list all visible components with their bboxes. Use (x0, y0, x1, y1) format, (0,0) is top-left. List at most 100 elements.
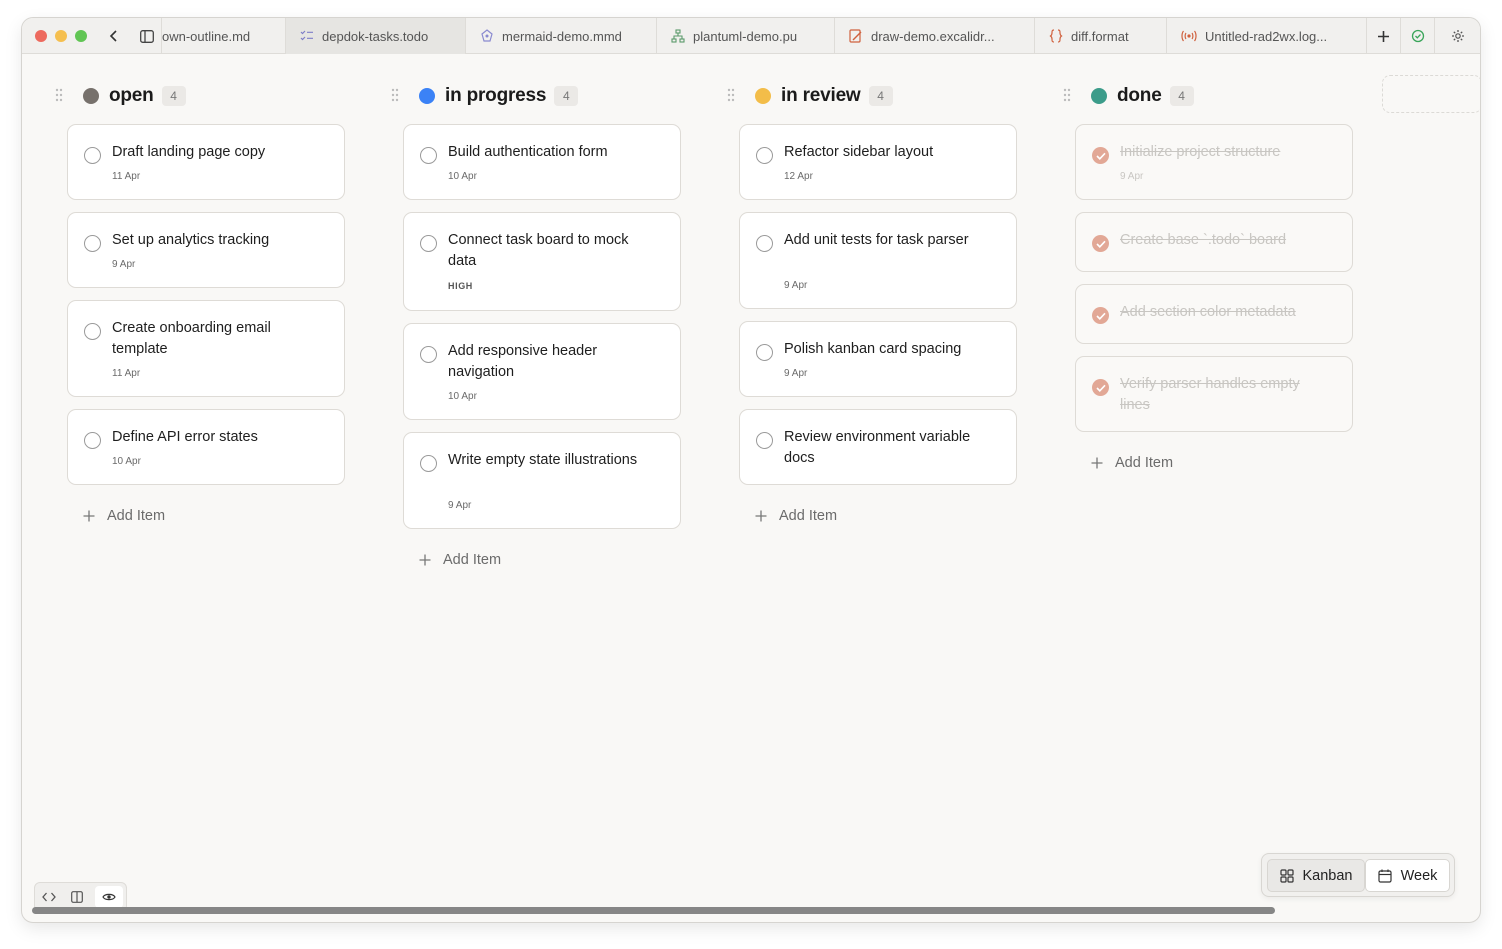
task-checkbox-checked[interactable] (1092, 235, 1109, 252)
task-checkbox[interactable] (756, 344, 773, 361)
task-checkbox[interactable] (84, 323, 101, 340)
tab-depdok-tasks[interactable]: depdok-tasks.todo (286, 18, 466, 54)
task-card[interactable]: Refactor sidebar layout 12 Apr (739, 124, 1017, 200)
task-checkbox[interactable] (420, 346, 437, 363)
add-item-button[interactable]: Add Item (83, 506, 165, 526)
task-title: Set up analytics tracking (112, 232, 270, 248)
plus-icon (83, 510, 95, 522)
horizontal-scrollbar[interactable] (32, 907, 1275, 914)
view-toggle: Kanban Week (1261, 853, 1455, 897)
task-card[interactable]: Review environment variable docs (739, 409, 1017, 485)
task-checkbox[interactable] (756, 147, 773, 164)
task-title: Build authentication form (448, 144, 608, 160)
task-title: Initialize project structure (1120, 144, 1281, 160)
tab-label: own-outline.md (162, 28, 251, 44)
task-card[interactable]: Build authentication form 10 Apr (403, 124, 681, 200)
add-item-button[interactable]: Add Item (1091, 453, 1173, 473)
task-title: Refactor sidebar layout (784, 144, 934, 160)
drag-handle-icon[interactable] (1063, 88, 1071, 102)
tab-label: diff.format (1071, 28, 1129, 44)
add-item-label: Add Item (107, 508, 166, 524)
close-window-button[interactable] (35, 30, 47, 42)
column-count-badge: 4 (1169, 86, 1194, 106)
calendar-icon (1377, 869, 1392, 883)
sync-status-button[interactable] (1400, 18, 1434, 54)
task-checkbox-checked[interactable] (1092, 379, 1109, 396)
task-card[interactable]: Write empty state illustrations 9 Apr (403, 432, 681, 529)
tab-outline[interactable]: own-outline.md (162, 18, 286, 54)
task-card[interactable]: Connect task board to mock data HIGH (403, 212, 681, 311)
tab-draw-demo[interactable]: draw-demo.excalidr... (835, 18, 1035, 54)
task-title: Write empty state illustrations (448, 452, 638, 468)
kanban-view-label: Kanban (1302, 867, 1353, 884)
task-card[interactable]: Create base `.todo` board (1075, 212, 1353, 272)
zoom-window-button[interactable] (75, 30, 87, 42)
preview-view-button[interactable] (94, 886, 123, 908)
tab-diff-format[interactable]: diff.format (1035, 18, 1167, 54)
split-view-icon (71, 891, 84, 903)
drag-handle-icon[interactable] (55, 88, 63, 102)
task-card[interactable]: Verify parser handles empty lines (1075, 356, 1353, 432)
checkmark-icon (1095, 152, 1106, 160)
tab-untitled-log[interactable]: Untitled-rad2wx.log... (1167, 18, 1366, 54)
add-column-placeholder[interactable] (1382, 75, 1480, 113)
task-title: Verify parser handles empty lines (1120, 376, 1300, 413)
task-title: Define API error states (112, 429, 258, 445)
task-date: 11 Apr (112, 171, 141, 182)
tab-label: mermaid-demo.mmd (502, 28, 622, 44)
drag-handle-icon[interactable] (727, 88, 735, 102)
task-title: Create base `.todo` board (1120, 232, 1287, 248)
task-title: Create onboarding email template (112, 320, 271, 357)
add-item-button[interactable]: Add Item (419, 550, 501, 570)
tab-label: plantuml-demo.pu (693, 28, 798, 44)
task-date: 9 Apr (784, 368, 808, 379)
task-checkbox[interactable] (84, 432, 101, 449)
column-header: done 4 (1063, 83, 1375, 109)
task-date: 10 Apr (448, 391, 477, 402)
task-card[interactable]: Add responsive header navigation 10 Apr (403, 323, 681, 420)
task-checkbox[interactable] (420, 235, 437, 252)
task-checkbox[interactable] (420, 455, 437, 472)
task-checkbox-checked[interactable] (1092, 307, 1109, 324)
task-card[interactable]: Draft landing page copy 11 Apr (67, 124, 345, 200)
task-date: 12 Apr (784, 171, 813, 182)
check-circle-icon (1411, 29, 1424, 43)
task-checkbox-checked[interactable] (1092, 147, 1109, 164)
task-card[interactable]: Add unit tests for task parser 9 Apr (739, 212, 1017, 309)
task-card[interactable]: Add section color metadata (1075, 284, 1353, 344)
priority-badge: HIGH (448, 281, 473, 291)
task-card[interactable]: Polish kanban card spacing 9 Apr (739, 321, 1017, 397)
drag-handle-icon[interactable] (391, 88, 399, 102)
week-view-button[interactable]: Week (1365, 859, 1450, 892)
task-card[interactable]: Set up analytics tracking 9 Apr (67, 212, 345, 288)
add-item-label: Add Item (779, 508, 838, 524)
task-card[interactable]: Create onboarding email template 11 Apr (67, 300, 345, 397)
tab-mermaid-demo[interactable]: mermaid-demo.mmd (466, 18, 657, 54)
settings-button[interactable] (1434, 18, 1480, 54)
task-card[interactable]: Initialize project structure 9 Apr (1075, 124, 1353, 200)
column-count-badge: 4 (161, 86, 186, 106)
new-tab-button[interactable] (1366, 18, 1400, 54)
task-checkbox[interactable] (756, 432, 773, 449)
task-date: 9 Apr (448, 500, 472, 511)
eye-icon (102, 893, 116, 901)
minimize-window-button[interactable] (55, 30, 67, 42)
add-item-button[interactable]: Add Item (755, 506, 837, 526)
toggle-sidebar-button[interactable] (132, 18, 162, 54)
chevron-left-icon (109, 30, 117, 42)
task-checkbox[interactable] (84, 235, 101, 252)
kanban-view-button[interactable]: Kanban (1267, 859, 1365, 892)
plus-icon (419, 554, 431, 566)
back-button[interactable] (100, 18, 128, 54)
task-title: Connect task board to mock data (448, 232, 629, 269)
task-checkbox[interactable] (420, 147, 437, 164)
task-card[interactable]: Define API error states 10 Apr (67, 409, 345, 485)
task-date: 9 Apr (112, 259, 136, 270)
drawing-icon (849, 29, 862, 43)
column-count-badge: 4 (868, 86, 893, 106)
tab-plantuml-demo[interactable]: plantuml-demo.pu (657, 18, 835, 54)
task-checkbox[interactable] (756, 235, 773, 252)
task-checkbox[interactable] (84, 147, 101, 164)
checkmark-icon (1095, 384, 1106, 392)
column-title: open (109, 85, 154, 106)
